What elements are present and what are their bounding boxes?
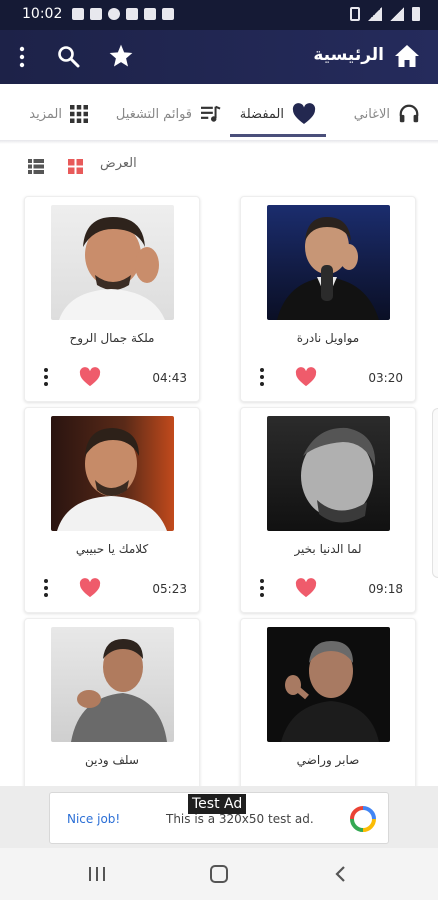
tab-label: قوائم التشغيل (115, 106, 192, 122)
battery-icon (412, 7, 420, 21)
vibrate-icon (350, 7, 360, 21)
song-title: لما الدنيا بخير (294, 542, 362, 556)
system-icons (350, 7, 420, 21)
favorite-heart-icon[interactable] (79, 367, 101, 387)
tab-label: المزيد (29, 106, 62, 122)
tab-label: المفضلة (239, 106, 284, 122)
test-ad-badge: Test Ad (188, 794, 247, 814)
ad-logo-icon (350, 806, 376, 832)
more-options-icon[interactable] (259, 578, 265, 598)
more-options-icon[interactable] (43, 578, 49, 598)
view-bar: العرض (0, 148, 438, 182)
ad-lead-text[interactable]: Nice job! (67, 812, 120, 826)
signal-icon (390, 7, 404, 21)
song-duration: 05:23 (152, 582, 187, 596)
home-button[interactable] (210, 865, 228, 883)
song-duration: 04:43 (152, 371, 187, 385)
image-icon (126, 8, 138, 20)
grid-icon (70, 105, 88, 123)
status-time: 10:02 (22, 6, 63, 22)
menu-icon[interactable] (16, 44, 28, 70)
song-card[interactable]: مواويل نادرة 03:20 (240, 196, 416, 402)
page-title: الرئيسية (313, 45, 384, 65)
tab-indicator (229, 134, 326, 137)
divider (0, 140, 438, 144)
youtube-icon (144, 8, 156, 20)
star-icon[interactable] (108, 43, 134, 69)
playlist-icon (201, 105, 221, 122)
song-title: ملكة جمال الروح (69, 331, 155, 345)
song-thumbnail (51, 416, 174, 531)
youtube-icon (162, 8, 174, 20)
favorite-heart-icon[interactable] (79, 578, 101, 598)
home-icon[interactable] (394, 44, 420, 68)
list-view-icon[interactable] (28, 159, 44, 174)
tab-favorites[interactable]: المفضلة (229, 88, 326, 140)
song-title: صابر وراضي (296, 753, 360, 767)
heart-icon (292, 103, 316, 124)
song-title: سلف ودين (85, 753, 139, 767)
app-bar: الرئيسية (0, 30, 438, 84)
tab-label: الاغاني (353, 106, 390, 122)
more-options-icon[interactable] (259, 367, 265, 387)
more-options-icon[interactable] (43, 367, 49, 387)
song-title: كلامك يا حبيبي (75, 542, 149, 556)
song-thumbnail (267, 627, 390, 742)
search-icon[interactable] (56, 44, 80, 68)
recents-icon[interactable] (88, 867, 106, 881)
song-thumbnail (267, 205, 390, 320)
grid-view-icon[interactable] (68, 159, 83, 174)
headphones-icon (399, 104, 419, 123)
song-card[interactable]: ملكة جمال الروح 04:43 (24, 196, 200, 402)
notification-icons (72, 8, 174, 20)
message-icon (90, 8, 102, 20)
favorite-heart-icon[interactable] (295, 367, 317, 387)
song-card[interactable]: كلامك يا حبيبي 05:23 (24, 407, 200, 613)
favorite-heart-icon[interactable] (295, 578, 317, 598)
song-title: مواويل نادرة (296, 331, 360, 345)
sim-icon (72, 8, 84, 20)
tab-more[interactable]: المزيد (29, 88, 88, 140)
song-card[interactable]: لما الدنيا بخير 09:18 (240, 407, 416, 613)
song-duration: 03:20 (368, 371, 403, 385)
ad-message: This is a 320x50 test ad. (166, 812, 314, 826)
tab-playlists[interactable]: قوائم التشغيل (116, 88, 222, 140)
song-thumbnail (51, 627, 174, 742)
song-thumbnail (267, 416, 390, 531)
system-nav-bar (0, 848, 438, 900)
song-thumbnail (51, 205, 174, 320)
pinterest-icon (108, 8, 120, 20)
song-duration: 09:18 (368, 582, 403, 596)
status-bar: 10:02 (0, 0, 438, 30)
tab-songs[interactable]: الاغاني (354, 88, 420, 140)
back-icon[interactable] (334, 865, 348, 883)
scroll-handle[interactable] (432, 408, 438, 578)
view-label: العرض (100, 156, 137, 171)
signal-icon (368, 7, 382, 21)
tab-bar: الاغاني المفضلة قوائم التشغيل المزيد (0, 88, 438, 140)
